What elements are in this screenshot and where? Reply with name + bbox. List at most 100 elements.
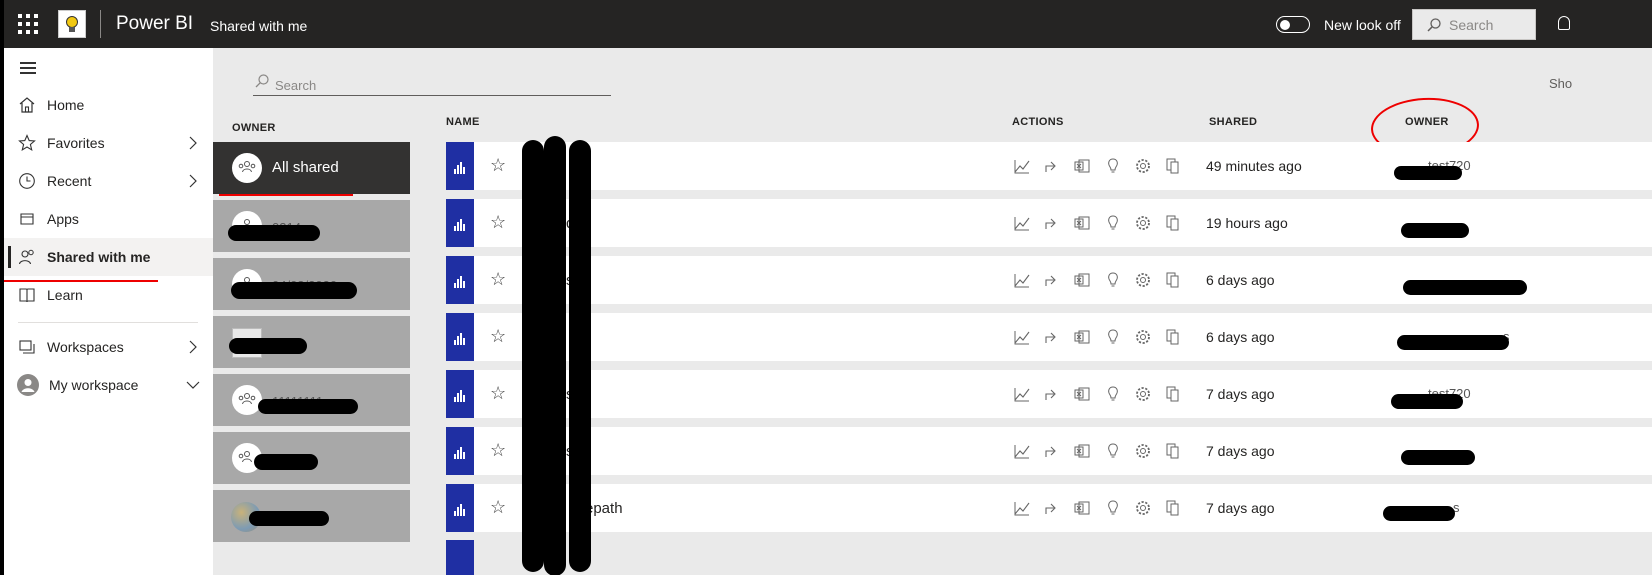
header-divider	[100, 10, 101, 38]
excel-icon[interactable]	[1073, 499, 1091, 517]
insights-icon[interactable]	[1104, 271, 1122, 289]
nav-label-favorites: Favorites	[47, 135, 105, 151]
analyze-icon[interactable]	[1013, 157, 1031, 175]
nav-item-home[interactable]: Home	[4, 86, 213, 124]
report-icon[interactable]	[446, 199, 474, 247]
favorite-star-icon[interactable]: ☆	[490, 155, 506, 176]
nav-item-workspaces[interactable]: Workspaces	[4, 328, 213, 366]
copy-icon[interactable]	[1164, 442, 1182, 460]
analyze-icon[interactable]	[1013, 271, 1031, 289]
new-look-toggle[interactable]	[1276, 16, 1310, 33]
report-row[interactable]: ☆49 minutes agotest720	[446, 142, 1652, 190]
redaction-mark	[231, 282, 357, 299]
share-icon[interactable]	[1043, 442, 1061, 460]
report-icon[interactable]	[446, 256, 474, 304]
favorite-star-icon[interactable]: ☆	[490, 326, 506, 347]
analyze-icon[interactable]	[1013, 328, 1031, 346]
nav-item-apps[interactable]: Apps	[4, 200, 213, 238]
report-icon[interactable]	[446, 142, 474, 190]
product-name[interactable]: Power BI	[116, 13, 193, 35]
insights-icon[interactable]	[1104, 214, 1122, 232]
report-icon[interactable]	[446, 484, 474, 532]
copy-icon[interactable]	[1164, 499, 1182, 517]
owner-item[interactable]	[213, 490, 410, 542]
copy-icon[interactable]	[1164, 328, 1182, 346]
excel-icon[interactable]	[1073, 214, 1091, 232]
show-filter-link[interactable]: Sho	[1549, 76, 1572, 91]
content-search-input[interactable]: Search	[253, 72, 611, 96]
share-icon[interactable]	[1043, 271, 1061, 289]
insights-icon[interactable]	[1104, 157, 1122, 175]
share-icon[interactable]	[1043, 328, 1061, 346]
share-icon[interactable]	[1043, 157, 1061, 175]
copy-icon[interactable]	[1164, 157, 1182, 175]
copy-icon[interactable]	[1164, 271, 1182, 289]
report-row[interactable]: ☆6 days agos	[446, 313, 1652, 361]
analyze-icon[interactable]	[1013, 499, 1031, 517]
report-row[interactable]: ☆d19 hours ago	[446, 199, 1652, 247]
settings-icon[interactable]	[1134, 442, 1152, 460]
insights-icon[interactable]	[1104, 499, 1122, 517]
owner-item-all-shared[interactable]: All shared	[213, 142, 410, 194]
share-icon[interactable]	[1043, 499, 1061, 517]
nav-item-favorites[interactable]: Favorites	[4, 124, 213, 162]
settings-icon[interactable]	[1134, 214, 1152, 232]
settings-icon[interactable]	[1134, 328, 1152, 346]
insights-icon[interactable]	[1104, 442, 1122, 460]
chevron-right-icon[interactable]	[186, 174, 200, 188]
excel-icon[interactable]	[1073, 328, 1091, 346]
left-nav: Home Favorites Recent Apps Shared with m…	[4, 48, 213, 575]
hamburger-menu-icon[interactable]	[20, 62, 36, 74]
report-row[interactable]: ☆s7 days ago	[446, 427, 1652, 475]
settings-icon[interactable]	[1134, 157, 1152, 175]
app-launcher-icon[interactable]	[18, 14, 38, 34]
settings-icon[interactable]	[1134, 271, 1152, 289]
settings-icon[interactable]	[1134, 385, 1152, 403]
powerbi-logo	[58, 10, 86, 38]
report-icon[interactable]	[446, 427, 474, 475]
nav-item-my-workspace[interactable]: My workspace	[4, 366, 213, 404]
analyze-icon[interactable]	[1013, 442, 1031, 460]
notification-bell-icon[interactable]	[1558, 16, 1570, 30]
book-icon	[19, 288, 35, 303]
chevron-right-icon[interactable]	[186, 136, 200, 150]
top-search-box[interactable]: Search	[1412, 9, 1536, 40]
column-header-name[interactable]: NAME	[446, 116, 480, 128]
analyze-icon[interactable]	[1013, 385, 1031, 403]
copy-icon[interactable]	[1164, 214, 1182, 232]
insights-icon[interactable]	[1104, 328, 1122, 346]
insights-icon[interactable]	[1104, 385, 1122, 403]
nav-item-shared-with-me[interactable]: Shared with me	[4, 238, 213, 276]
settings-icon[interactable]	[1134, 499, 1152, 517]
owner-item[interactable]: 0214	[213, 200, 410, 252]
share-icon[interactable]	[1043, 214, 1061, 232]
report-row[interactable]: ☆ repath 7 days ago s	[446, 484, 1652, 532]
copy-icon[interactable]	[1164, 385, 1182, 403]
favorite-star-icon[interactable]: ☆	[490, 497, 506, 518]
favorite-star-icon[interactable]: ☆	[490, 383, 506, 404]
excel-icon[interactable]	[1073, 385, 1091, 403]
excel-icon[interactable]	[1073, 271, 1091, 289]
report-row[interactable]: ☆s6 days ago	[446, 256, 1652, 304]
owner-item[interactable]	[213, 432, 410, 484]
report-icon[interactable]	[446, 370, 474, 418]
redaction-mark	[249, 511, 329, 526]
excel-icon[interactable]	[1073, 157, 1091, 175]
share-icon[interactable]	[1043, 385, 1061, 403]
chevron-down-icon[interactable]	[186, 378, 200, 392]
favorite-star-icon[interactable]: ☆	[490, 440, 506, 461]
analyze-icon[interactable]	[1013, 214, 1031, 232]
redaction-mark	[1391, 394, 1463, 409]
owner-item[interactable]	[213, 316, 410, 368]
report-row[interactable]: ☆s7 days agotest720	[446, 370, 1652, 418]
column-header-shared[interactable]: SHARED	[1209, 116, 1257, 128]
chevron-right-icon[interactable]	[186, 340, 200, 354]
report-icon[interactable]	[446, 313, 474, 361]
nav-item-recent[interactable]: Recent	[4, 162, 213, 200]
favorite-star-icon[interactable]: ☆	[490, 269, 506, 290]
favorite-star-icon[interactable]: ☆	[490, 212, 506, 233]
excel-icon[interactable]	[1073, 442, 1091, 460]
owner-item[interactable]: 04/08/2020	[213, 258, 410, 310]
owner-item[interactable]: 11111111	[213, 374, 410, 426]
shared-time: 49 minutes ago	[1206, 158, 1302, 174]
